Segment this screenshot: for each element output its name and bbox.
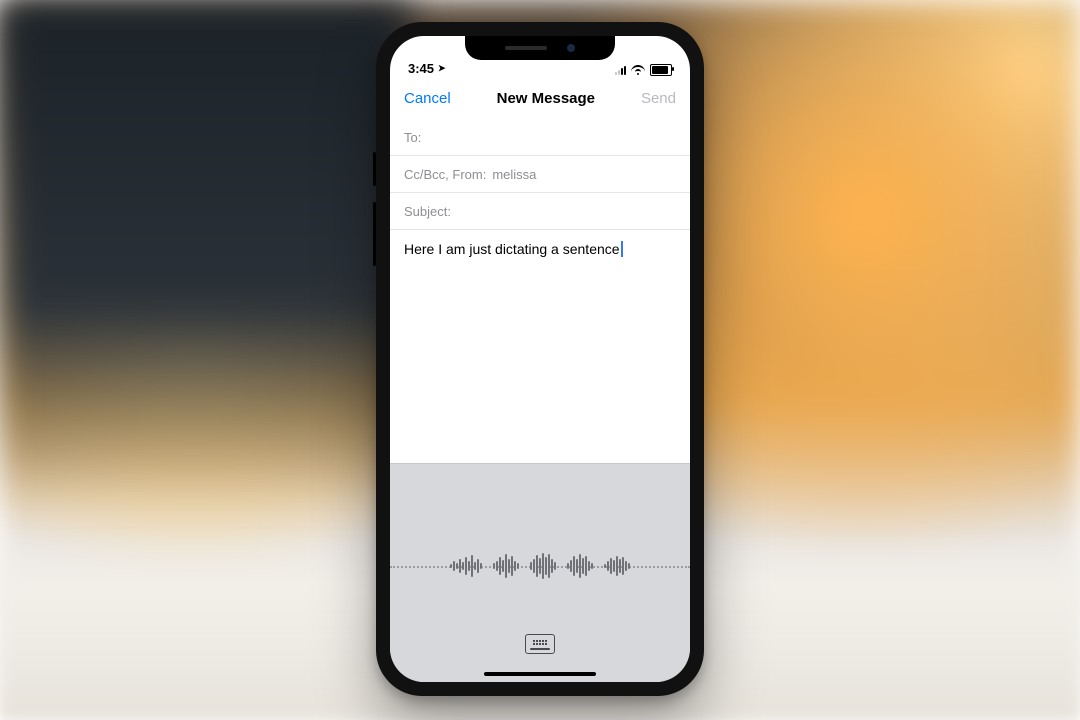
status-time: 3:45 [408,61,434,76]
ccbcc-value: melissa [492,167,536,182]
keyboard-button[interactable] [525,634,555,654]
cell-signal-icon [615,65,626,75]
ambient-dark-left [0,0,410,504]
dictation-waveform [390,548,690,584]
dictation-panel [390,463,690,682]
battery-icon [650,64,672,76]
earpiece [505,46,547,50]
message-body[interactable]: Here I am just dictating a sentence [390,230,690,463]
front-camera [567,44,575,52]
home-indicator[interactable] [484,672,596,676]
send-button[interactable]: Send [641,90,676,107]
location-icon: ➤ [438,63,446,74]
compose-nav-bar: Cancel New Message Send [390,78,690,119]
to-label: To: [404,130,421,145]
page-title: New Message [497,90,595,107]
to-field[interactable]: To: [390,119,690,156]
cancel-button[interactable]: Cancel [404,90,451,107]
ccbcc-from-field[interactable]: Cc/Bcc, From: melissa [390,156,690,193]
subject-label: Subject: [404,204,451,219]
iphone-device: 3:45 ➤ Cancel New Message Send To: Cc/Bc… [376,22,704,696]
subject-field[interactable]: Subject: [390,193,690,230]
text-cursor [621,241,623,257]
body-text: Here I am just dictating a sentence [404,241,620,257]
wifi-icon [631,65,645,75]
phone-screen: 3:45 ➤ Cancel New Message Send To: Cc/Bc… [390,36,690,682]
keyboard-icon [533,640,547,645]
phone-notch [465,36,615,60]
ccbcc-label: Cc/Bcc, From: [404,167,486,182]
